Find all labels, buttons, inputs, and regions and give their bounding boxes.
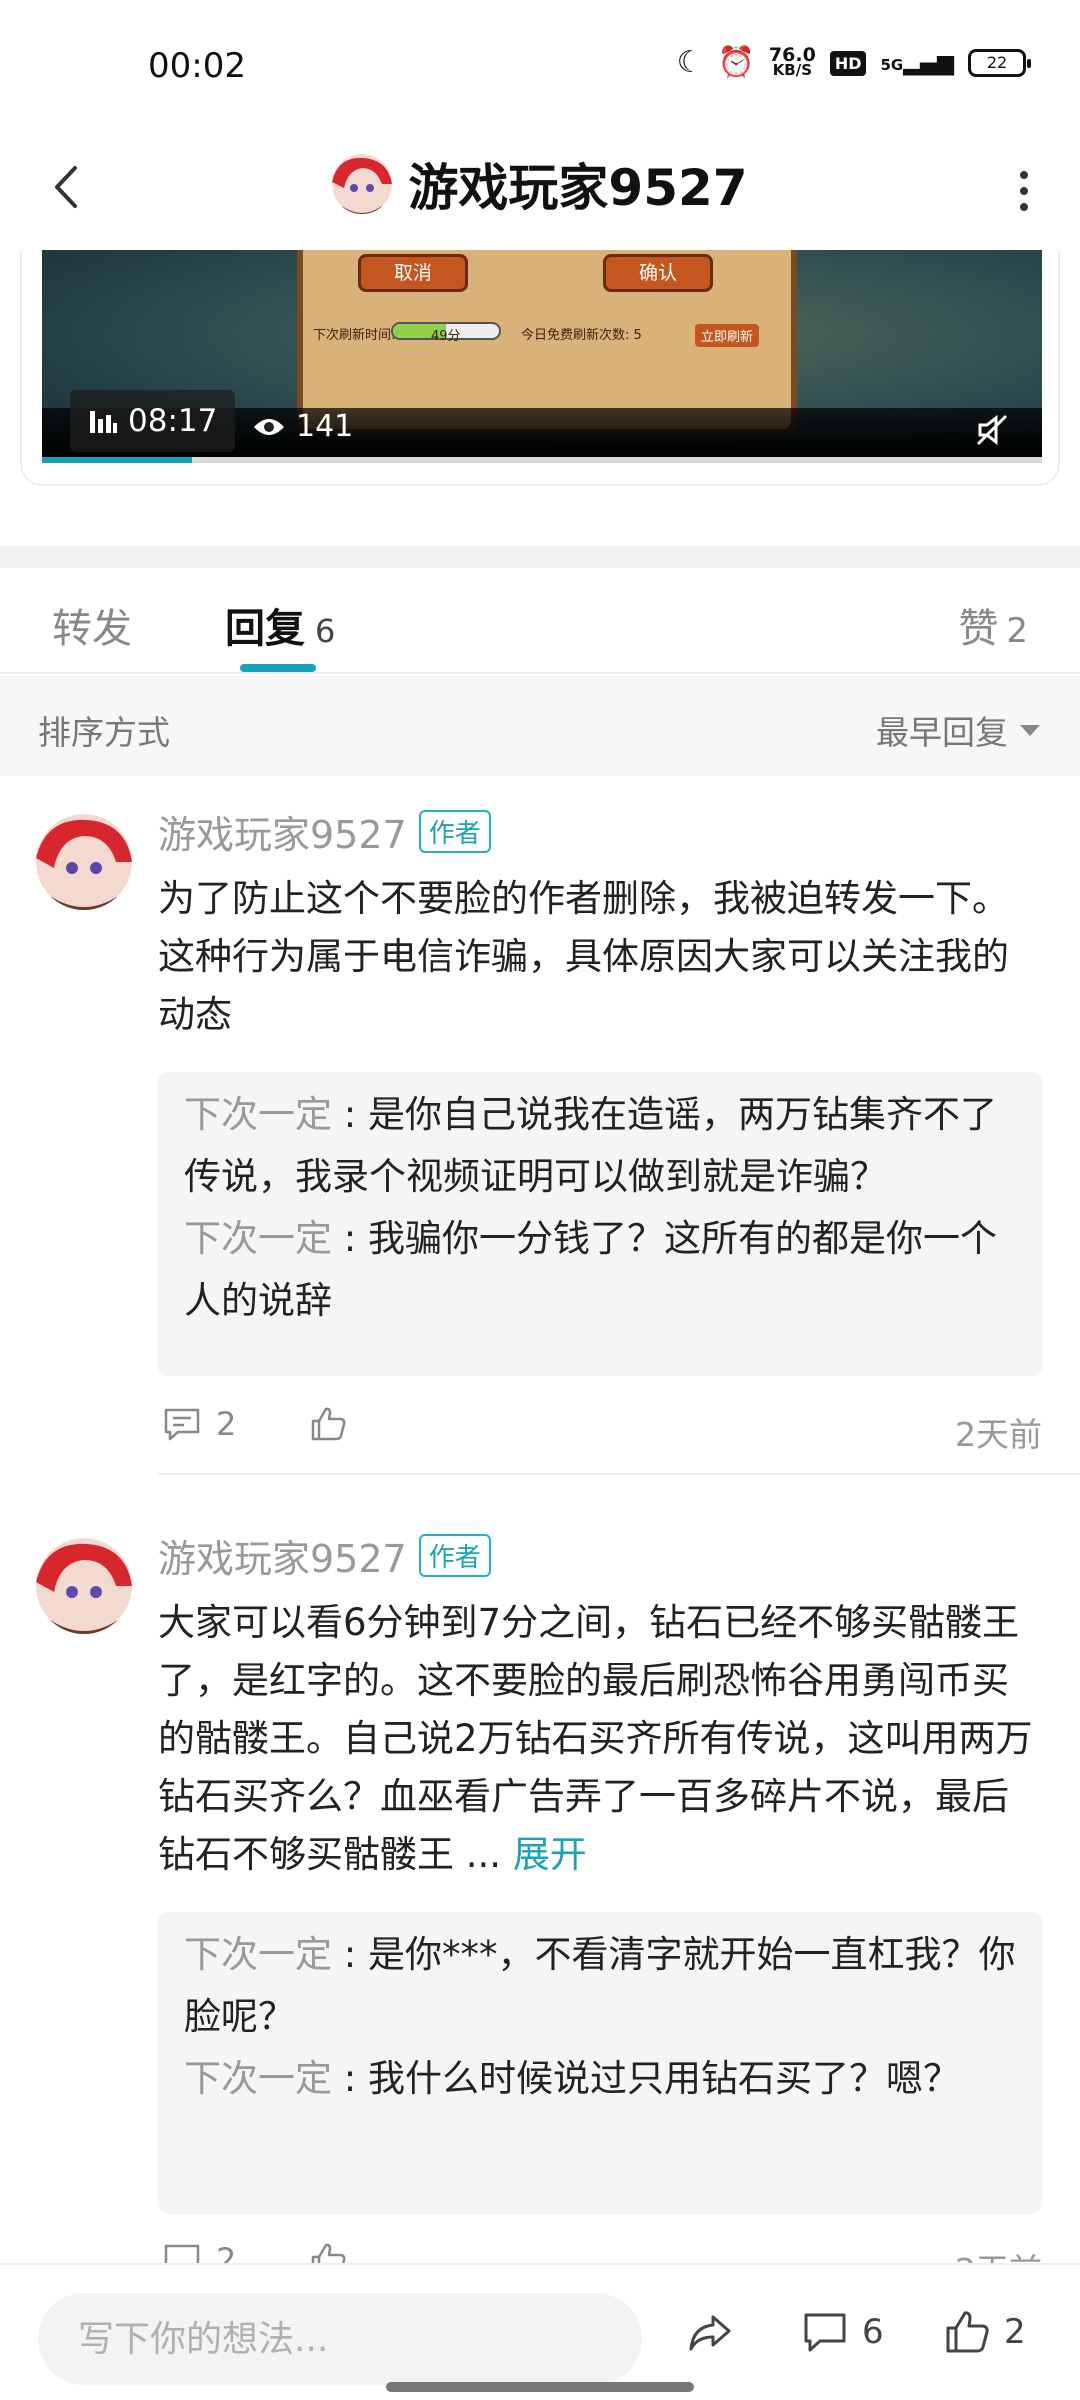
avatar[interactable]: [332, 154, 393, 214]
thumbs-up-icon: [946, 2311, 989, 2353]
video-views: 141: [252, 409, 353, 444]
status-time: 00:02: [148, 46, 246, 86]
sort-label: 排序方式: [38, 713, 170, 752]
status-bar: 00:02 ☾ ⏰ 76.0 KB/S HD 5G▂▄▆ 22: [0, 0, 1080, 130]
comment-header: 游戏玩家9527 作者: [158, 804, 491, 859]
title-wrap: 游戏玩家9527: [0, 148, 1080, 220]
more-icon: [1020, 171, 1028, 179]
video-duration: 08:17: [70, 390, 236, 452]
reply-button[interactable]: 2: [162, 1404, 236, 1444]
avatar[interactable]: [36, 814, 132, 910]
sort-bar: 排序方式 最早回复: [0, 676, 1080, 776]
expand-link[interactable]: 展开: [513, 1833, 587, 1876]
tab-active-indicator: [240, 664, 316, 672]
reply-item: 下次一定 : 我什么时候说过只用钻石买了？嗯？: [184, 2057, 960, 2100]
net-speed: 76.0 KB/S: [768, 44, 816, 79]
sort-dropdown[interactable]: 最早回复: [876, 706, 1040, 754]
hd-icon: HD: [829, 50, 867, 76]
mute-icon: [976, 414, 1008, 446]
video-card[interactable]: 取消 确认 下次刷新时间: 49分 今日免费刷新次数: 5 立即刷新 08:17…: [20, 250, 1060, 486]
section-divider: [0, 546, 1080, 568]
comment-text: 为了防止这个不要脸的作者删除，我被迫转发一下。这种行为属于电信诈骗，具体原因大家…: [158, 877, 1009, 1036]
reply-item: 下次一定 : 是你***，不看清字就开始一直杠我？你脸呢？: [184, 1933, 1016, 2038]
thumbs-up-icon: [311, 1407, 346, 1441]
like-button[interactable]: 2: [942, 2307, 1026, 2357]
tab-like[interactable]: 赞2: [958, 596, 1028, 654]
avatar[interactable]: [36, 1538, 132, 1634]
reply-item: 下次一定 : 我骗你一分钱了？这所有的都是你一个人的说辞: [184, 1217, 997, 1322]
reply-preview[interactable]: 下次一定 : 是你***，不看清字就开始一直杠我？你脸呢？ 下次一定 : 我什么…: [158, 1912, 1042, 2214]
page-title: 游戏玩家9527: [408, 159, 748, 217]
video-progress-fill: [42, 457, 192, 463]
author-badge: 作者: [418, 1534, 491, 1577]
tab-bar: 转发 回复 6 赞2: [0, 568, 1080, 674]
comment-time: 2天前: [955, 1415, 1042, 1454]
home-indicator[interactable]: [386, 2382, 694, 2392]
comments-button[interactable]: 6: [800, 2307, 884, 2357]
comment-header: 游戏玩家9527 作者: [158, 1528, 491, 1583]
more-options-button[interactable]: [994, 156, 1054, 226]
comment-icon: [804, 2313, 846, 2352]
comment-input[interactable]: [38, 2293, 642, 2385]
reply-author: 下次一定: [184, 1217, 332, 1260]
mute-button[interactable]: [972, 410, 1012, 450]
reply-item: 下次一定 : 是你自己说我在造谣，两万钻集齐不了传说，我录个视频证明可以做到就是…: [184, 1093, 997, 1198]
comment-author[interactable]: 游戏玩家9527: [158, 804, 407, 859]
bar-chart-icon: [90, 411, 117, 433]
battery-icon: 22: [968, 49, 1031, 77]
eye-icon: [254, 418, 284, 435]
reply-author: 下次一定: [184, 1093, 332, 1136]
reply-preview[interactable]: 下次一定 : 是你自己说我在造谣，两万钻集齐不了传说，我录个视频证明可以做到就是…: [158, 1072, 1042, 1376]
video-progress-bar[interactable]: [42, 457, 1042, 463]
share-button[interactable]: [685, 2307, 735, 2357]
game-confirm-label: 确认: [603, 254, 713, 292]
reply-author: 下次一定: [184, 2057, 332, 2100]
caret-down-icon: [1020, 724, 1040, 736]
share-icon: [689, 2315, 731, 2351]
author-badge: 作者: [418, 810, 491, 853]
tab-forward[interactable]: 转发: [52, 596, 132, 654]
comment-actions: 2 2天前: [158, 1398, 1042, 1458]
video-player[interactable]: 取消 确认 下次刷新时间: 49分 今日免费刷新次数: 5 立即刷新 08:17…: [42, 250, 1042, 460]
comment-item: 游戏玩家9527 作者 大家可以看6分钟到7分之间，钻石已经不够买骷髅王了，是红…: [0, 1500, 1080, 2290]
alarm-icon: ⏰: [717, 45, 755, 80]
game-cancel-label: 取消: [358, 254, 468, 292]
reply-author: 下次一定: [184, 1933, 332, 1976]
tab-reply[interactable]: 回复 6: [225, 596, 335, 654]
bottom-action-bar: 6 2: [0, 2263, 1080, 2400]
moon-icon: ☾: [676, 45, 704, 80]
comment-item: 游戏玩家9527 作者 为了防止这个不要脸的作者删除，我被迫转发一下。这种行为属…: [0, 776, 1080, 1486]
signal-icon: 5G▂▄▆: [880, 50, 954, 76]
comment-text: 大家可以看6分钟到7分之间，钻石已经不够买骷髅王了，是红字的。这不要脸的最后刷恐…: [158, 1601, 1033, 1876]
like-button[interactable]: [308, 1404, 348, 1444]
header: 游戏玩家9527: [0, 130, 1080, 250]
comment-icon: [164, 1408, 200, 1441]
status-icons: ☾ ⏰ 76.0 KB/S HD 5G▂▄▆ 22: [676, 44, 1031, 80]
comment-author[interactable]: 游戏玩家9527: [158, 1528, 407, 1583]
